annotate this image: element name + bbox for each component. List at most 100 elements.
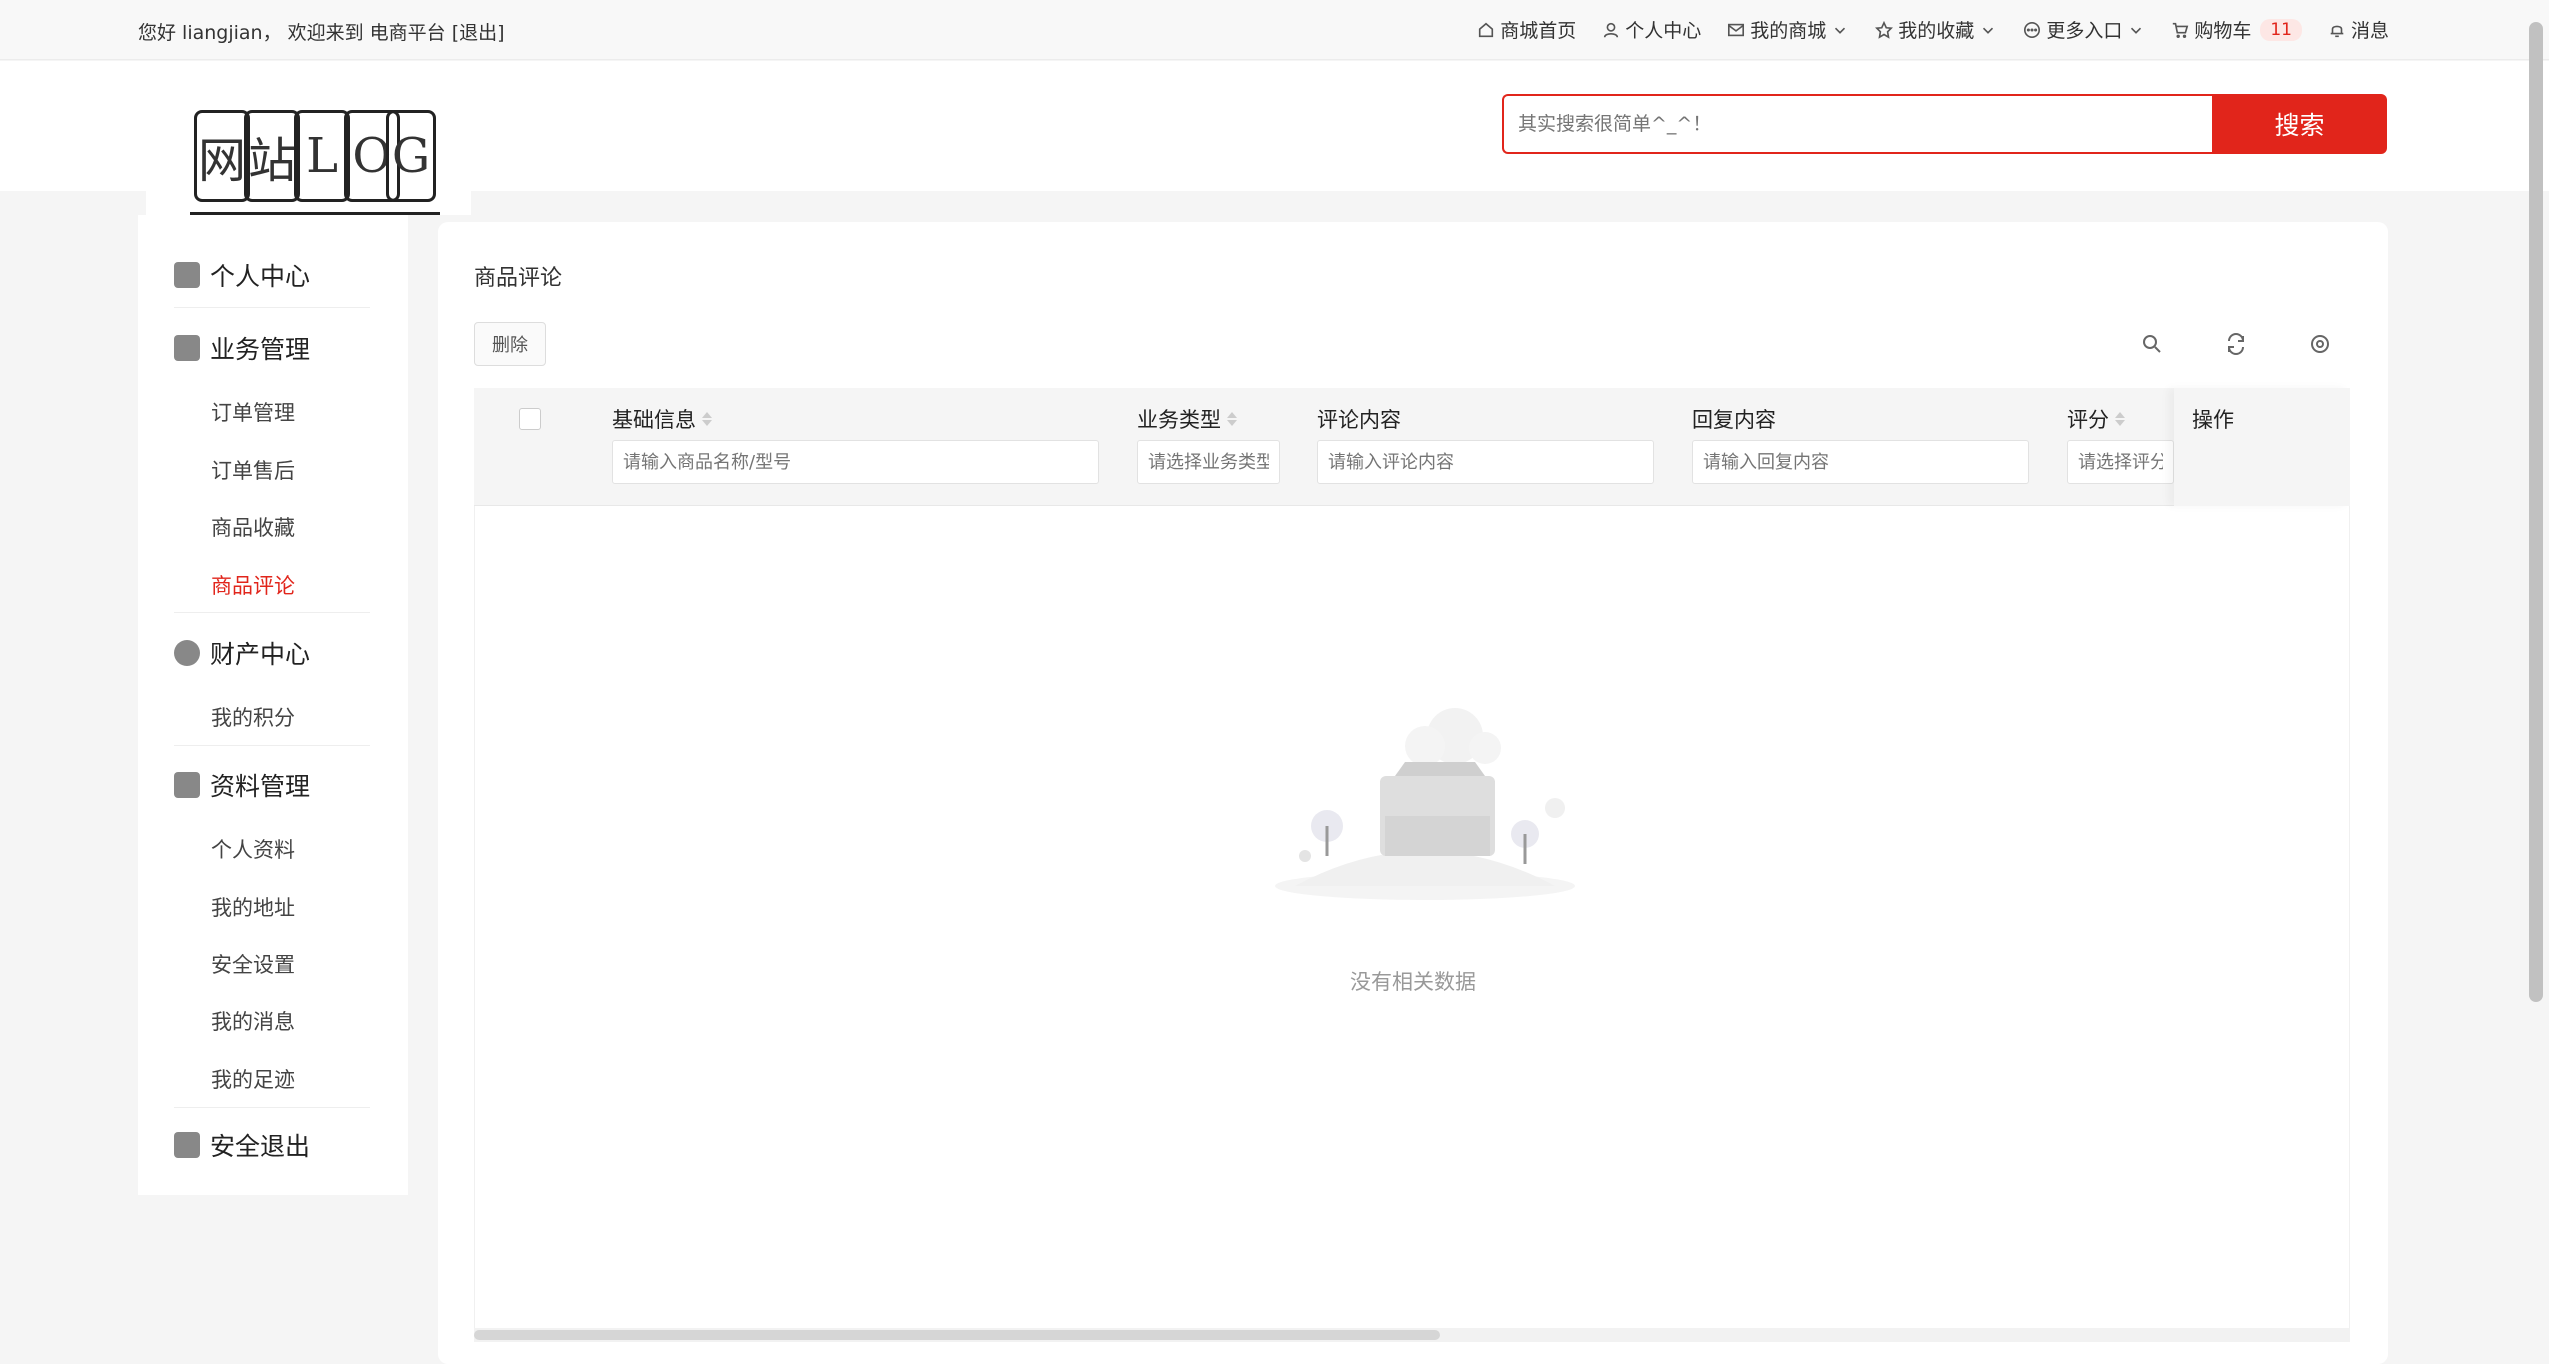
divider	[174, 1107, 370, 1108]
sidebar-group-profile[interactable]: 资料管理	[174, 767, 310, 803]
settings-button[interactable]	[2308, 332, 2332, 356]
sidebar-group-personal-center[interactable]: 个人中心	[174, 257, 310, 293]
reply-content-filter-input[interactable]	[1692, 440, 2029, 484]
sidebar-item-messages[interactable]: 我的消息	[211, 1006, 295, 1036]
user-icon	[174, 262, 200, 288]
column-label: 回复内容	[1692, 408, 1776, 432]
column-label: 操作	[2192, 408, 2234, 432]
column-label: 基础信息	[612, 408, 696, 432]
table-body: 没有相关数据	[474, 506, 2350, 1340]
delete-button[interactable]: 删除	[474, 322, 546, 366]
column-header-basic-info[interactable]: 基础信息	[612, 404, 712, 434]
page-title: 商品评论	[474, 266, 563, 291]
nav-my-mall-label: 我的商城	[1750, 20, 1827, 42]
logo-char: 站	[244, 110, 300, 202]
nav-more-label: 更多入口	[2046, 20, 2123, 42]
logo-char: G	[386, 110, 436, 202]
sidebar-item-points[interactable]: 我的积分	[211, 702, 295, 732]
horizontal-scrollbar[interactable]	[474, 1328, 2350, 1342]
nav-cart-label: 购物车	[2194, 20, 2252, 42]
search-icon	[2143, 335, 2161, 353]
nav-favorites[interactable]: 我的收藏	[1875, 16, 1997, 43]
column-label: 评论内容	[1317, 408, 1401, 432]
sort-icon	[702, 412, 712, 426]
sidebar-item-address[interactable]: 我的地址	[211, 892, 295, 922]
search-toggle-button[interactable]	[2140, 332, 2164, 356]
select-all-checkbox[interactable]	[519, 408, 541, 430]
search-input[interactable]	[1502, 94, 2212, 154]
nav-user-center-label: 个人中心	[1625, 20, 1702, 42]
chevron-down-icon	[2131, 27, 2142, 34]
gear-icon	[2311, 335, 2329, 353]
business-type-filter-select[interactable]	[1137, 440, 1280, 484]
chevron-down-icon	[1983, 27, 1994, 34]
vertical-scrollbar[interactable]	[2529, 22, 2543, 1002]
sort-icon	[1227, 412, 1237, 426]
sidebar-group-label: 资料管理	[210, 772, 311, 801]
wallet-icon	[174, 640, 200, 666]
nav-messages[interactable]: 消息	[2328, 16, 2389, 43]
sidebar-item-personal-info[interactable]: 个人资料	[211, 834, 295, 864]
sidebar-item-after-sales[interactable]: 订单售后	[211, 455, 295, 485]
clipboard-icon	[174, 335, 200, 361]
logo-char: 网	[194, 110, 250, 202]
rating-filter-select[interactable]	[2067, 440, 2174, 484]
sidebar-group-assets[interactable]: 财产中心	[174, 635, 310, 671]
top-nav: 商城首页 个人中心 我的商城 我的收藏 更多入口 购物车 11 消息	[1477, 16, 2389, 43]
operations-column-header: 操作	[2174, 388, 2350, 506]
horizontal-scrollbar-thumb[interactable]	[474, 1330, 1440, 1340]
column-header-rating[interactable]: 评分	[2067, 404, 2125, 434]
chevron-down-icon	[1835, 27, 1846, 34]
sidebar-group-logout[interactable]: 安全退出	[174, 1127, 310, 1163]
home-icon	[1479, 22, 1494, 37]
sidebar: 个人中心 业务管理 订单管理 订单售后 商品收藏 商品评论 财产中心 我的积分 …	[138, 185, 471, 1195]
table-header: 基础信息 业务类型 评论内容 回复内容 评分 操作	[474, 388, 2350, 506]
nav-more[interactable]: 更多入口	[2023, 16, 2145, 43]
empty-box-illustration	[1275, 708, 1575, 900]
column-header-review-content: 评论内容	[1317, 404, 1401, 434]
logo-char: L	[294, 110, 350, 202]
column-header-business-type[interactable]: 业务类型	[1137, 404, 1237, 434]
nav-home[interactable]: 商城首页	[1477, 16, 1576, 43]
refresh-icon	[2228, 333, 2244, 355]
sidebar-group-business[interactable]: 业务管理	[174, 330, 310, 366]
welcome-text: 您好 liangjian， 欢迎来到 电商平台 [退出]	[138, 22, 505, 44]
user-icon	[1604, 22, 1619, 37]
nav-favorites-label: 我的收藏	[1898, 20, 1975, 42]
site-logo[interactable]: 网 站 L O G	[190, 100, 440, 220]
more-icon	[2024, 21, 2041, 38]
sidebar-item-product-favorites[interactable]: 商品收藏	[211, 512, 295, 542]
divider	[174, 745, 370, 746]
cart-count-badge: 11	[2260, 18, 2302, 41]
nav-cart[interactable]: 购物车 11	[2171, 16, 2302, 43]
cart-icon	[2173, 22, 2189, 38]
star-icon	[1875, 20, 1894, 39]
divider	[174, 307, 370, 308]
divider	[174, 612, 370, 613]
column-label: 业务类型	[1137, 408, 1221, 432]
column-header-actions: 操作	[2192, 404, 2234, 434]
nav-user-center[interactable]: 个人中心	[1602, 16, 1701, 43]
search-button[interactable]: 搜索	[2212, 94, 2387, 154]
sidebar-item-orders[interactable]: 订单管理	[211, 397, 295, 427]
sidebar-item-security[interactable]: 安全设置	[211, 949, 295, 979]
nav-messages-label: 消息	[2350, 20, 2389, 42]
nav-home-label: 商城首页	[1500, 20, 1577, 42]
basic-info-filter-input[interactable]	[612, 440, 1099, 484]
search-bar: 搜索	[1502, 94, 2387, 154]
profile-icon	[174, 772, 200, 798]
sidebar-item-footprints[interactable]: 我的足迹	[211, 1064, 295, 1094]
bell-icon	[2330, 25, 2344, 37]
logo-underline	[190, 212, 440, 215]
sidebar-group-label: 安全退出	[210, 1132, 311, 1161]
column-header-reply-content: 回复内容	[1692, 404, 1776, 434]
main-panel: 商品评论 删除 基础信息 业务类型 评论内容 回复内容 评分 请输入商品名称/型…	[438, 222, 2388, 1364]
mail-icon	[1728, 23, 1745, 36]
refresh-button[interactable]	[2224, 332, 2248, 356]
nav-my-mall[interactable]: 我的商城	[1727, 16, 1849, 43]
review-content-filter-input[interactable]	[1317, 440, 1654, 484]
sidebar-group-label: 财产中心	[210, 640, 311, 669]
top-bar: 您好 liangjian， 欢迎来到 电商平台 [退出] 商城首页 个人中心 我…	[0, 0, 2549, 60]
sidebar-item-product-reviews[interactable]: 商品评论	[211, 570, 295, 600]
empty-state-text: 没有相关数据	[1350, 970, 1476, 994]
